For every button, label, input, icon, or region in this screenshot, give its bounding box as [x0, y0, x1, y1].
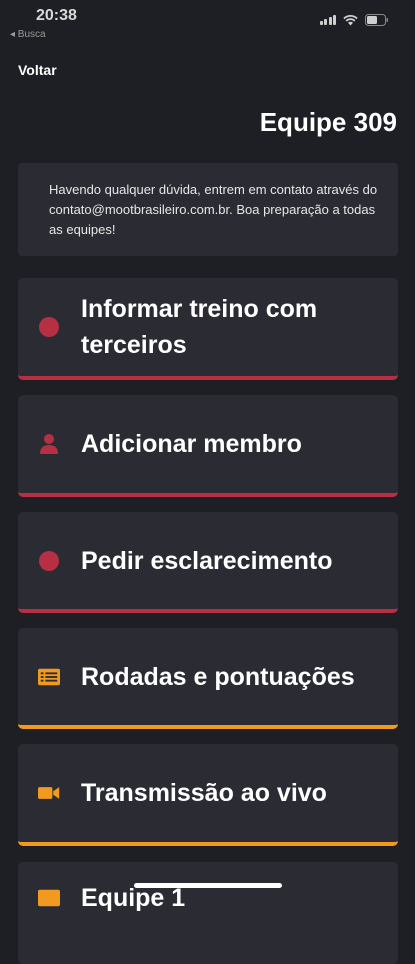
battery-icon [365, 14, 389, 26]
list-icon [38, 887, 60, 909]
list-icon [38, 666, 60, 688]
video-camera-icon [38, 782, 60, 804]
status-time: 20:38 [36, 7, 77, 24]
home-indicator[interactable] [134, 883, 282, 888]
menu-item-label: Informar treino com terceiros [81, 295, 318, 359]
page-title: Equipe 309 [259, 107, 397, 137]
person-icon [38, 433, 60, 455]
menu-item-rodadas-pontuacoes[interactable]: Rodadas e pontuações [18, 628, 398, 729]
circle-icon [38, 550, 60, 572]
menu-item-label: Adicionar membro [81, 430, 302, 458]
wifi-icon [343, 14, 358, 26]
menu-item-informar-treino[interactable]: Informar treino com terceiros [18, 278, 398, 380]
status-icons [319, 14, 390, 26]
menu-item-adicionar-membro[interactable]: Adicionar membro [18, 395, 398, 497]
back-to-app-link[interactable]: ◂ Busca [10, 29, 46, 40]
menu-item-label: Rodadas e pontuações [81, 662, 355, 691]
status-bar: 20:38 ◂ Busca [0, 0, 415, 44]
menu-item-equipe[interactable]: Equipe 1 [18, 862, 398, 964]
menu-item-transmissao-ao-vivo[interactable]: Transmissão ao vivo [18, 744, 398, 846]
menu-item-pedir-esclarecimento[interactable]: Pedir esclarecimento [18, 512, 398, 613]
signal-icon [319, 15, 336, 25]
menu-item-label: Transmissão ao vivo [81, 779, 327, 807]
circle-icon [38, 316, 60, 338]
info-box: Havendo qualquer dúvida, entrem em conta… [18, 163, 398, 256]
info-text: Havendo qualquer dúvida, entrem em conta… [49, 182, 378, 237]
back-button[interactable]: Voltar [18, 62, 57, 78]
menu-item-label: Pedir esclarecimento [81, 546, 333, 575]
